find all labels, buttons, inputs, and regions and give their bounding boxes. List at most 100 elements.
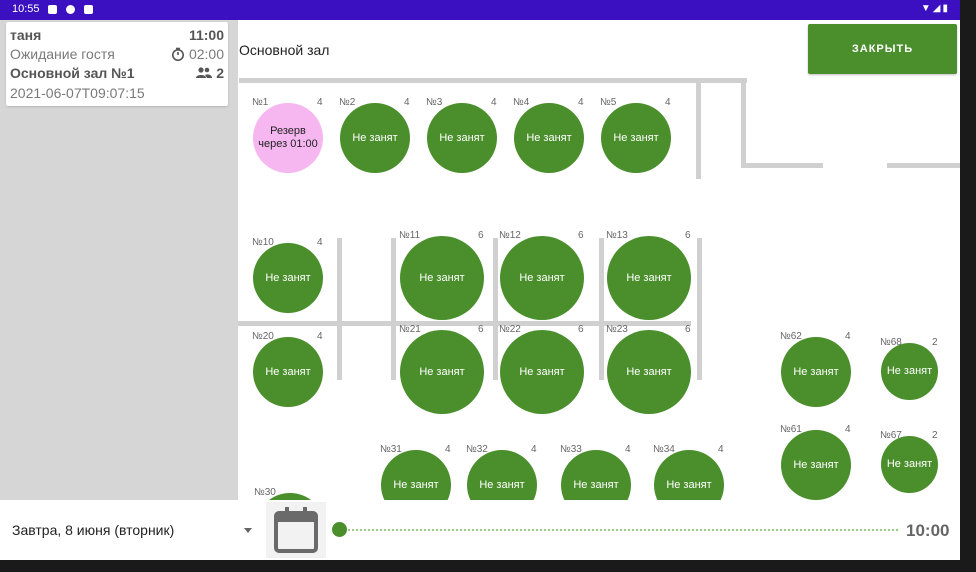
reservation-card[interactable]: таня 11:00 Ожидание гостя 02:00 Основной…: [6, 22, 228, 106]
table-status: Не занят: [613, 131, 659, 144]
table-capacity: 2: [932, 430, 938, 441]
table-status: Не занят: [479, 478, 525, 491]
table-number: №13: [606, 230, 628, 241]
reservation-time: 11:00: [188, 27, 224, 43]
sd-card-icon: [84, 5, 93, 14]
table-capacity: 4: [445, 444, 451, 455]
wifi-battery-icons: ▼◢▮: [920, 3, 950, 14]
table-status: Не занят: [265, 365, 311, 378]
table-number: №11: [399, 230, 421, 241]
slider-thumb[interactable]: [332, 522, 347, 537]
table-capacity: 4: [317, 331, 323, 342]
status-time: 10:55: [12, 3, 40, 15]
table-status: Не занят: [393, 478, 439, 491]
date-select[interactable]: Завтра, 8 июня (вторник): [12, 522, 174, 538]
wall: [599, 238, 604, 380]
table-11[interactable]: Не занят: [400, 236, 484, 320]
table-capacity: 4: [404, 97, 410, 108]
table-13[interactable]: Не занят: [607, 236, 691, 320]
floor-plan[interactable]: №1 4 Резерв через 01:00 №2 4 Не занят №3 4 Не за…: [233, 68, 960, 560]
table-status: Не занят: [793, 365, 839, 378]
dropdown-arrow-icon[interactable]: [244, 528, 252, 533]
table-capacity: 4: [845, 331, 851, 342]
table-12[interactable]: Не занят: [500, 236, 584, 320]
reservation-datetime: 2021-06-07T09:07:15: [10, 85, 145, 101]
table-status: Не занят: [526, 131, 572, 144]
table-status: Не занят: [519, 365, 565, 378]
status-bar: 10:55 ▼◢▮: [0, 0, 960, 20]
table-number: №12: [499, 230, 521, 241]
guest-name: таня: [10, 27, 42, 43]
wall: [337, 238, 342, 380]
table-status: Не занят: [626, 271, 672, 284]
table-capacity: 4: [665, 97, 671, 108]
table-number: №21: [399, 324, 421, 335]
table-61[interactable]: Не занят: [781, 430, 851, 500]
table-status: Не занят: [793, 458, 839, 471]
table-capacity: 4: [531, 444, 537, 455]
table-62[interactable]: Не занят: [781, 337, 851, 407]
wall: [741, 163, 823, 168]
close-button[interactable]: ЗАКРЫТЬ: [808, 24, 957, 74]
bottom-bar: Завтра, 8 июня (вторник) 10:00: [0, 500, 960, 560]
table-10[interactable]: Не занят: [253, 243, 323, 313]
hall-table-label: Основной зал №1: [10, 65, 135, 81]
table-status: Не занят: [573, 478, 619, 491]
table-capacity: 6: [578, 324, 584, 335]
table-capacity: 4: [718, 444, 724, 455]
calendar-button[interactable]: [266, 502, 326, 558]
table-20[interactable]: Не занят: [253, 337, 323, 407]
timer-value: 02:00: [188, 46, 224, 62]
table-capacity: 6: [685, 230, 691, 241]
notification-icon: [48, 5, 57, 14]
table-68[interactable]: Не занят: [881, 343, 938, 400]
calendar-icon: [274, 507, 318, 553]
table-number: №1: [252, 97, 269, 108]
table-22[interactable]: Не занят: [500, 330, 584, 414]
app-screen: 10:55 ▼◢▮ №1 4 Резерв через 01:00 №2 4 Не зан…: [0, 0, 960, 560]
wall: [697, 238, 702, 380]
table-capacity: 4: [317, 237, 323, 248]
table-status: Не занят: [265, 271, 311, 284]
table-67[interactable]: Не занят: [881, 436, 938, 493]
table-capacity: 6: [578, 230, 584, 241]
table-capacity: 4: [845, 424, 851, 435]
table-capacity: 4: [625, 444, 631, 455]
table-status: Резерв через 01:00: [258, 125, 318, 150]
table-number: №22: [499, 324, 521, 335]
wall: [887, 163, 960, 168]
table-1[interactable]: Резерв через 01:00: [253, 103, 323, 173]
table-5[interactable]: Не занят: [601, 103, 671, 173]
table-4[interactable]: Не занят: [514, 103, 584, 173]
table-status: Не занят: [419, 271, 465, 284]
selected-time: 10:00: [906, 521, 950, 540]
table-number: №23: [606, 324, 628, 335]
table-3[interactable]: Не занят: [427, 103, 497, 173]
guests-count: 2: [216, 65, 224, 81]
table-capacity: 4: [491, 97, 497, 108]
timer-icon: [172, 47, 185, 61]
table-status: Не занят: [886, 365, 933, 377]
table-number: №3: [426, 97, 443, 108]
guests-icon: [196, 67, 213, 78]
table-status: Не занят: [439, 131, 485, 144]
time-slider[interactable]: [332, 520, 898, 540]
hall-title: Основной зал: [239, 42, 330, 58]
table-status: Не занят: [352, 131, 398, 144]
wall: [239, 78, 747, 83]
table-status: Не занят: [886, 458, 933, 470]
table-23[interactable]: Не занят: [607, 330, 691, 414]
reservation-status: Ожидание гостя: [10, 46, 115, 62]
wall: [391, 238, 396, 380]
table-number: №2: [339, 97, 356, 108]
table-21[interactable]: Не занят: [400, 330, 484, 414]
slider-track: [344, 529, 898, 531]
table-capacity: 4: [317, 97, 323, 108]
wall: [696, 81, 701, 179]
table-capacity: 4: [578, 97, 584, 108]
wall: [493, 238, 498, 380]
wall: [741, 80, 746, 168]
app-notification-icon: [66, 5, 75, 14]
table-2[interactable]: Не занят: [340, 103, 410, 173]
table-status: Не занят: [419, 365, 465, 378]
